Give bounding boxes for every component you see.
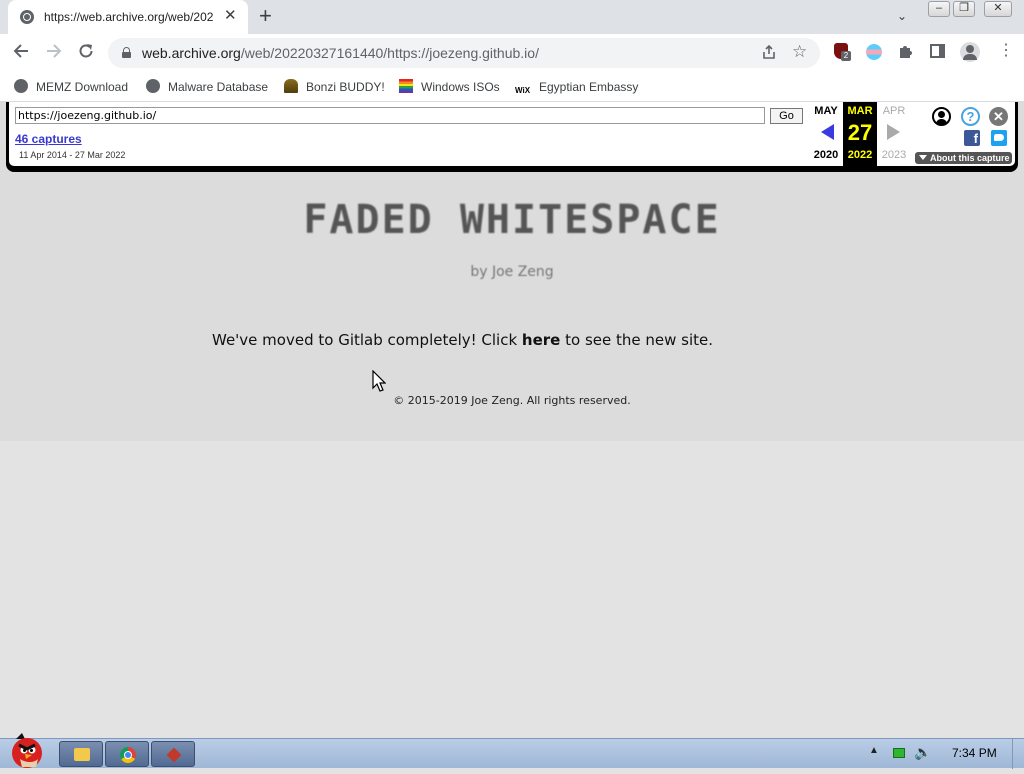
wayback-captures-link[interactable]: 46 captures xyxy=(15,132,82,146)
menu-kebab-icon[interactable]: ⋮ xyxy=(998,42,1014,60)
site-byline: by Joe Zeng xyxy=(470,264,554,280)
chrome-icon xyxy=(120,747,136,763)
reload-icon xyxy=(79,44,93,58)
reload-button[interactable] xyxy=(77,42,95,64)
wayback-go-button[interactable]: Go xyxy=(770,108,803,124)
url-text[interactable]: web.archive.org/web/20220327161440/https… xyxy=(142,45,539,61)
wayback-prev-capture[interactable]: MAY 2020 xyxy=(809,102,843,166)
bookmark-label: Egyptian Embassy xyxy=(539,80,639,94)
close-icon[interactable]: ✕ xyxy=(989,107,1008,126)
archived-page-body: Go 46 captures 11 Apr 2014 - 27 Mar 2022… xyxy=(0,102,1024,441)
volume-icon[interactable]: 🔈 xyxy=(914,744,931,761)
windows-flag-icon xyxy=(399,79,413,93)
copyright-notice: © 2015-2019 Joe Zeng. All rights reserve… xyxy=(393,394,631,407)
bonzi-icon xyxy=(284,79,298,93)
bookmark-label: Bonzi BUDDY! xyxy=(306,80,385,94)
taskbar-app-button[interactable] xyxy=(151,741,195,767)
bookmark-bonzi-buddy[interactable]: Bonzi BUDDY! xyxy=(284,78,385,96)
bookmark-label: Windows ISOs xyxy=(421,80,500,94)
close-window-button[interactable]: ✕ xyxy=(984,1,1012,17)
new-site-link[interactable]: here xyxy=(522,331,560,349)
bookmarks-bar: MEMZ Download Malware Database Bonzi BUD… xyxy=(0,72,1024,102)
flag-extension-icon[interactable] xyxy=(866,44,882,60)
next-year[interactable]: 2023 xyxy=(877,149,911,161)
about-capture-label: About this capture xyxy=(930,153,1010,163)
show-desktop-button[interactable] xyxy=(1012,739,1024,769)
wayback-current-capture: MAR 27 2022 xyxy=(843,102,877,166)
tab-strip: https://web.archive.org/web/202 ✕ + ⌄ – … xyxy=(0,0,1024,34)
prev-arrow-icon[interactable] xyxy=(821,124,834,140)
moved-text-after: to see the new site. xyxy=(560,331,714,349)
profile-avatar-icon[interactable] xyxy=(960,42,980,62)
tab-title: https://web.archive.org/web/202 xyxy=(44,10,214,24)
wayback-capture-range: 11 Apr 2014 - 27 Mar 2022 xyxy=(19,150,126,160)
about-capture-button[interactable]: About this capture xyxy=(915,152,1012,164)
network-icon[interactable] xyxy=(893,748,905,758)
current-year: 2022 xyxy=(847,149,873,161)
start-button[interactable] xyxy=(2,731,52,769)
current-day: 27 xyxy=(847,120,873,145)
globe-icon xyxy=(20,10,34,24)
back-button[interactable] xyxy=(12,42,30,64)
facebook-icon[interactable]: f xyxy=(964,130,980,146)
taskbar-chrome-button[interactable] xyxy=(105,741,149,767)
globe-icon xyxy=(146,79,160,93)
ublock-extension-icon[interactable]: 2 xyxy=(834,43,851,61)
next-arrow-icon[interactable] xyxy=(887,124,900,140)
moved-text-before: We've moved to Gitlab completely! Click xyxy=(212,331,522,349)
bookmark-windows-isos[interactable]: Windows ISOs xyxy=(399,78,500,96)
wix-icon: WiX xyxy=(515,86,531,95)
side-panel-icon[interactable] xyxy=(930,44,945,58)
prev-month[interactable]: MAY xyxy=(809,105,843,117)
address-bar[interactable]: web.archive.org/web/20220327161440/https… xyxy=(108,38,820,68)
globe-icon xyxy=(14,79,28,93)
bookmark-egyptian-embassy[interactable]: WiX Egyptian Embassy xyxy=(515,78,638,96)
wayback-toolbar-inner: Go 46 captures 11 Apr 2014 - 27 Mar 2022… xyxy=(9,102,1015,166)
next-month[interactable]: APR xyxy=(877,105,911,117)
share-icon[interactable] xyxy=(761,44,777,63)
wayback-next-capture[interactable]: APR 2023 xyxy=(877,102,911,166)
user-account-icon[interactable] xyxy=(932,107,951,126)
forward-button[interactable] xyxy=(45,42,63,64)
browser-tab[interactable]: https://web.archive.org/web/202 ✕ xyxy=(8,0,248,34)
clock[interactable]: 7:34 PM xyxy=(952,746,997,760)
wayback-toolbar: Go 46 captures 11 Apr 2014 - 27 Mar 2022… xyxy=(6,102,1018,172)
angry-bird-icon xyxy=(12,733,42,768)
mouse-cursor-icon xyxy=(372,370,386,392)
minimize-button[interactable]: – xyxy=(928,1,950,17)
bookmark-star-icon[interactable]: ☆ xyxy=(792,42,807,62)
help-icon[interactable]: ? xyxy=(961,107,980,126)
tab-close-icon[interactable]: ✕ xyxy=(224,8,237,24)
wayback-url-input[interactable] xyxy=(15,107,765,124)
show-hidden-icons-icon[interactable]: ▲ xyxy=(869,745,879,756)
page-viewport: Go 46 captures 11 Apr 2014 - 27 Mar 2022… xyxy=(0,102,1024,738)
puzzle-extensions-icon[interactable] xyxy=(897,42,915,65)
prev-year[interactable]: 2020 xyxy=(809,149,843,161)
current-month: MAR xyxy=(847,105,873,117)
caret-down-icon xyxy=(919,155,927,160)
taskbar: ▲ 🔈 7:34 PM xyxy=(0,733,1024,769)
bookmark-label: Malware Database xyxy=(168,80,269,94)
restore-button[interactable]: ❐ xyxy=(953,1,975,17)
new-tab-button[interactable]: + xyxy=(259,5,272,27)
extension-badge: 2 xyxy=(841,51,851,61)
bookmark-memz-download[interactable]: MEMZ Download xyxy=(14,78,128,96)
tab-search-icon[interactable]: ⌄ xyxy=(897,9,907,23)
folder-icon xyxy=(74,748,90,761)
twitter-icon[interactable] xyxy=(991,130,1007,146)
lock-icon[interactable] xyxy=(122,47,131,58)
app-icon xyxy=(166,747,182,763)
moved-message: We've moved to Gitlab completely! Click … xyxy=(212,331,713,349)
taskbar-explorer-button[interactable] xyxy=(59,741,103,767)
forward-arrow-icon xyxy=(47,44,62,58)
site-title: FADED WHITESPACE xyxy=(303,197,721,243)
bookmark-malware-database[interactable]: Malware Database xyxy=(146,78,268,96)
browser-toolbar: web.archive.org/web/20220327161440/https… xyxy=(0,34,1024,72)
back-arrow-icon xyxy=(13,44,28,58)
bookmark-label: MEMZ Download xyxy=(36,80,129,94)
